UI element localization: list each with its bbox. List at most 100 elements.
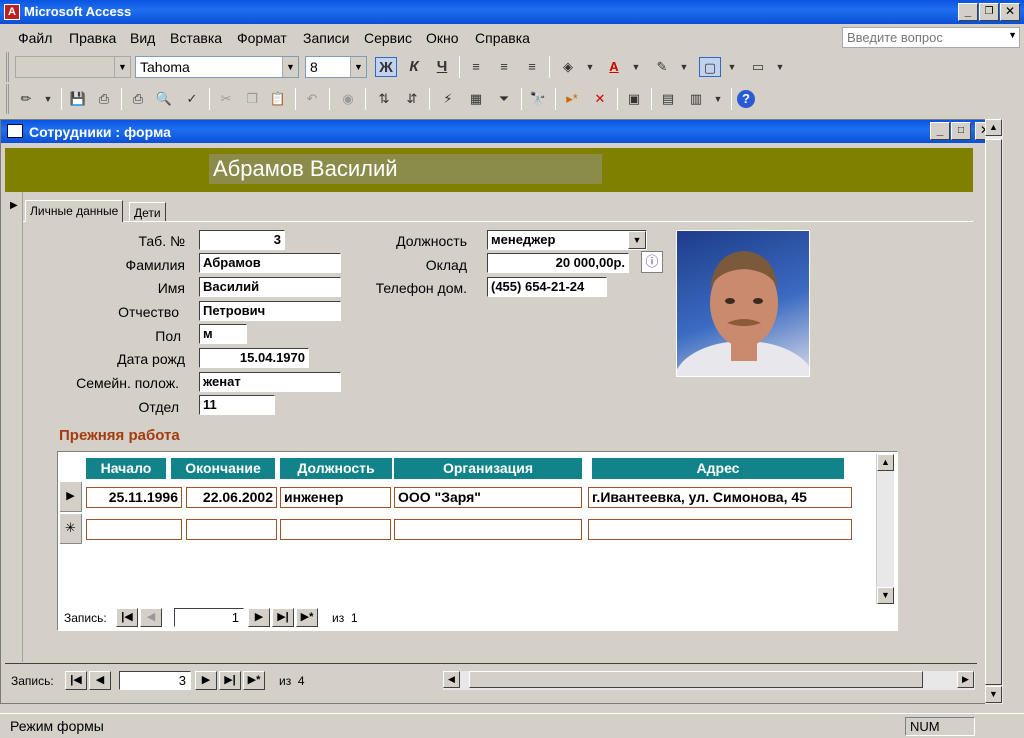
scroll-left-icon[interactable]: ◀: [443, 671, 460, 688]
previous-record-icon[interactable]: ◀: [89, 671, 111, 690]
new-cell-address[interactable]: [588, 519, 852, 540]
column-end[interactable]: Окончание: [171, 458, 275, 479]
object-combo[interactable]: ▼: [15, 56, 131, 78]
chevron-down-icon[interactable]: ▼: [37, 89, 59, 109]
scroll-down-icon[interactable]: ▼: [877, 587, 894, 604]
marital-status-field[interactable]: женат: [199, 372, 341, 392]
chevron-down-icon[interactable]: ▼: [628, 231, 646, 249]
horizontal-scrollbar[interactable]: ◀ ▶: [443, 671, 975, 690]
restore-icon[interactable]: ❐: [979, 3, 999, 21]
cell-end[interactable]: 22.06.2002: [186, 487, 277, 508]
cut-icon[interactable]: ✂: [215, 89, 237, 109]
filter-by-form-icon[interactable]: ▦: [465, 89, 487, 109]
scroll-thumb[interactable]: [469, 671, 923, 688]
chevron-down-icon[interactable]: ▼: [114, 57, 130, 77]
view-icon[interactable]: ✏: [15, 89, 37, 109]
menu-tools[interactable]: Сервис: [364, 30, 412, 46]
new-object-icon[interactable]: ▥: [685, 89, 707, 109]
fill-color-icon[interactable]: ◈: [557, 57, 579, 77]
insert-hyperlink-icon[interactable]: ◉: [337, 89, 359, 109]
minimize-icon[interactable]: _: [930, 122, 950, 140]
sort-descending-icon[interactable]: ⇵: [401, 89, 423, 109]
new-record-nav-icon[interactable]: ▶*: [296, 608, 318, 627]
paste-icon[interactable]: 📋: [267, 89, 289, 109]
menu-format[interactable]: Формат: [237, 30, 287, 46]
next-record-icon[interactable]: ▶: [248, 608, 270, 627]
new-record-nav-icon[interactable]: ▶*: [243, 671, 265, 690]
cell-start[interactable]: 25.11.1996: [86, 487, 182, 508]
menu-file[interactable]: Файл: [18, 30, 52, 46]
first-record-icon[interactable]: |◀: [116, 608, 138, 627]
birth-date-field[interactable]: 15.04.1970: [199, 348, 309, 368]
new-row-asterisk-icon[interactable]: ✳: [60, 514, 82, 544]
chevron-down-icon[interactable]: ▼: [282, 57, 298, 77]
record-selector[interactable]: ▶: [5, 192, 23, 662]
undo-icon[interactable]: ↶: [301, 89, 323, 109]
line-color-icon[interactable]: ✎: [651, 57, 673, 77]
access-app-icon[interactable]: A: [4, 4, 20, 20]
menu-insert[interactable]: Вставка: [170, 30, 222, 46]
gender-field[interactable]: м: [199, 324, 247, 344]
cell-position[interactable]: инженер: [280, 487, 391, 508]
department-field[interactable]: 11: [199, 395, 275, 415]
tab-no-field[interactable]: 3: [199, 230, 285, 250]
minimize-icon[interactable]: _: [958, 3, 978, 21]
previous-record-icon[interactable]: ◀: [140, 608, 162, 627]
font-name-combo[interactable]: Tahoma ▼: [135, 56, 299, 78]
new-cell-end[interactable]: [186, 519, 277, 540]
scroll-up-icon[interactable]: ▲: [877, 454, 894, 471]
column-organization[interactable]: Организация: [394, 458, 582, 479]
patronymic-field[interactable]: Петрович: [199, 301, 341, 321]
help-icon[interactable]: ?: [737, 90, 755, 108]
new-cell-start[interactable]: [86, 519, 182, 540]
current-row-arrow-icon[interactable]: ▶: [60, 482, 82, 512]
database-window-icon[interactable]: ▤: [657, 89, 679, 109]
first-name-field[interactable]: Василий: [199, 277, 341, 297]
chevron-down-icon[interactable]: ▼: [707, 89, 729, 109]
salary-field[interactable]: 20 000,00р.: [487, 253, 629, 273]
menu-edit[interactable]: Правка: [69, 30, 116, 46]
last-record-icon[interactable]: ▶|: [219, 671, 241, 690]
chevron-down-icon[interactable]: ▼: [625, 57, 647, 77]
chevron-down-icon[interactable]: ▼: [350, 57, 366, 77]
last-record-icon[interactable]: ▶|: [272, 608, 294, 627]
help-question-input[interactable]: Введите вопрос ▼: [842, 27, 1020, 48]
info-icon[interactable]: ⓘ: [641, 251, 663, 273]
cell-address[interactable]: г.Ивантеевка, ул. Симонова, 45: [588, 487, 852, 508]
line-width-icon[interactable]: ▭: [747, 57, 769, 77]
position-combo[interactable]: менеджер ▼: [487, 230, 647, 250]
tab-personal-data[interactable]: Личные данные: [25, 200, 124, 222]
cell-organization[interactable]: ООО "Заря": [394, 487, 582, 508]
subform-record-number[interactable]: 1: [174, 608, 244, 627]
find-icon[interactable]: 🔭: [527, 89, 549, 109]
subform-vertical-scrollbar[interactable]: ▲ ▼: [876, 454, 894, 604]
new-cell-organization[interactable]: [394, 519, 582, 540]
apply-filter-icon[interactable]: ⏷: [493, 89, 515, 109]
align-center-icon[interactable]: ≡: [493, 57, 515, 77]
scroll-right-icon[interactable]: ▶: [957, 671, 974, 688]
chevron-down-icon[interactable]: ▼: [673, 57, 695, 77]
align-left-icon[interactable]: ≡: [465, 57, 487, 77]
print-icon[interactable]: ⎙: [127, 89, 149, 109]
spelling-icon[interactable]: ✓: [181, 89, 203, 109]
filter-by-selection-icon[interactable]: ⚡: [437, 89, 459, 109]
tab-children[interactable]: Дети: [129, 202, 166, 222]
properties-icon[interactable]: ▣: [623, 89, 645, 109]
form-icon[interactable]: [7, 124, 23, 138]
scroll-thumb[interactable]: [985, 139, 1002, 685]
border-style-icon[interactable]: ▢: [699, 57, 721, 77]
new-record-icon[interactable]: ▸*: [561, 89, 583, 109]
italic-button[interactable]: К: [403, 57, 425, 77]
font-size-combo[interactable]: 8 ▼: [305, 56, 367, 78]
home-phone-field[interactable]: (455) 654-21-24: [487, 277, 607, 297]
chevron-down-icon[interactable]: ▼: [1008, 30, 1017, 40]
new-cell-position[interactable]: [280, 519, 391, 540]
file-search-icon[interactable]: ⎙: [93, 89, 115, 109]
menu-records[interactable]: Записи: [303, 30, 349, 46]
font-color-icon[interactable]: A: [603, 57, 625, 77]
copy-icon[interactable]: ❐: [241, 89, 263, 109]
close-icon[interactable]: ✕: [1000, 3, 1020, 21]
maximize-icon[interactable]: □: [951, 122, 971, 140]
next-record-icon[interactable]: ▶: [195, 671, 217, 690]
save-icon[interactable]: 💾: [67, 89, 89, 109]
